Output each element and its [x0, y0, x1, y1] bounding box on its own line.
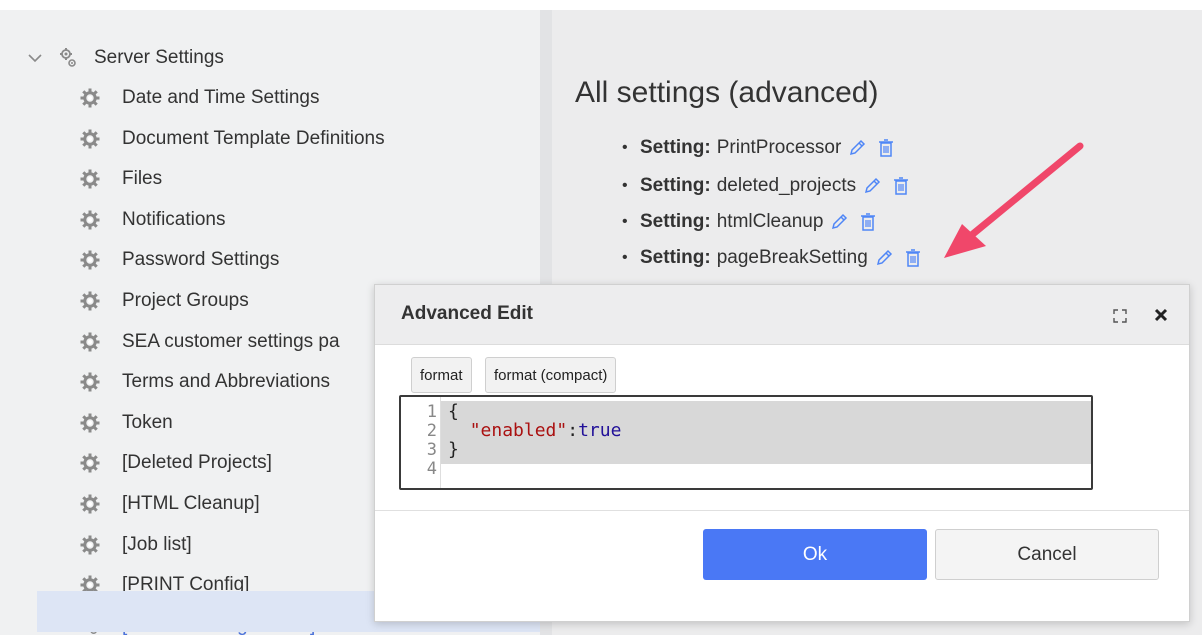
tree-root-label: Server Settings: [94, 47, 224, 68]
json-value: true: [578, 420, 622, 441]
edit-pencil-icon[interactable]: [847, 138, 869, 158]
setting-key-label: Setting:: [640, 137, 711, 158]
tree-item[interactable]: Terms and Abbreviations: [80, 368, 330, 396]
tree-root-server-settings[interactable]: Server Settings: [26, 44, 224, 72]
bullet: •: [622, 177, 628, 194]
tree-item[interactable]: [HTML Cleanup]: [80, 490, 260, 518]
code-line: 3 }: [401, 439, 1091, 460]
dialog-title: Advanced Edit: [401, 303, 533, 324]
tree-item[interactable]: Document Template Definitions: [80, 125, 385, 153]
code-text: {: [448, 401, 459, 422]
setting-name: PrintProcessor: [716, 137, 842, 158]
bullet: •: [622, 249, 628, 266]
setting-name: deleted_projects: [716, 175, 857, 196]
gear-icon: [80, 210, 100, 230]
ok-button[interactable]: Ok: [703, 529, 927, 580]
chevron-down-icon[interactable]: [26, 49, 44, 67]
tree-item-label: SEA customer settings pa: [122, 331, 340, 352]
tree-item[interactable]: Password Settings: [80, 246, 279, 274]
bullet: •: [622, 213, 628, 230]
code-text: }: [448, 439, 459, 460]
delete-trash-icon[interactable]: [890, 176, 912, 196]
json-code-editor[interactable]: 1 { 2 "enabled":true 3 } 4: [399, 395, 1093, 490]
tree-item[interactable]: Files: [80, 165, 162, 193]
delete-trash-icon[interactable]: [857, 212, 879, 232]
gear-icon: [80, 332, 100, 352]
gear-icon: [80, 250, 100, 270]
delete-trash-icon[interactable]: [875, 138, 897, 158]
tree-item-label: Document Template Definitions: [122, 128, 385, 149]
gears-icon: [60, 48, 76, 67]
tree-item[interactable]: Project Groups: [80, 287, 249, 315]
tree-item-label: Password Settings: [122, 249, 280, 270]
tree-item[interactable]: Date and Time Settings: [80, 84, 320, 112]
expand-icon[interactable]: [1113, 309, 1127, 323]
format-button[interactable]: format: [411, 357, 472, 393]
edit-pencil-icon[interactable]: [862, 176, 884, 196]
dialog-footer-divider: [375, 510, 1189, 511]
gear-icon: [80, 413, 100, 433]
line-number: 3: [426, 440, 437, 460]
tree-item-label: Files: [122, 168, 163, 189]
format-compact-button[interactable]: format (compact): [485, 357, 617, 393]
gear-icon: [80, 372, 100, 392]
setting-name: pageBreakSetting: [716, 247, 868, 268]
json-key: "enabled": [469, 420, 568, 441]
advanced-edit-dialog: Advanced Edit format format (compact) 1 …: [374, 284, 1190, 622]
code-line: 2 "enabled":true: [401, 420, 1091, 441]
setting-name: htmlCleanup: [716, 211, 824, 232]
line-number: 4: [426, 459, 437, 479]
tree-item-label: Token: [122, 412, 173, 433]
tree-item[interactable]: SEA customer settings pa: [80, 328, 340, 356]
gear-icon: [80, 535, 100, 555]
tree-item[interactable]: [Job list]: [80, 531, 192, 559]
tree-item-label: [Job list]: [122, 534, 192, 555]
delete-trash-icon[interactable]: [902, 248, 924, 268]
gear-icon: [80, 129, 100, 149]
setting-row: • Setting: pageBreakSetting: [622, 244, 924, 272]
tree-item-label: Terms and Abbreviations: [122, 371, 331, 392]
code-line: 1 {: [401, 401, 1091, 422]
edit-pencil-icon[interactable]: [829, 212, 851, 232]
tree-item-label: [Deleted Projects]: [122, 452, 272, 473]
cancel-button[interactable]: Cancel: [935, 529, 1159, 580]
gear-icon: [80, 453, 100, 473]
tree-item-label: [HTML Cleanup]: [122, 493, 260, 514]
setting-row: • Setting: deleted_projects: [622, 172, 912, 200]
setting-row: • Setting: PrintProcessor: [622, 134, 897, 162]
json-colon: :: [567, 420, 579, 441]
bullet: •: [622, 139, 628, 156]
edit-pencil-icon[interactable]: [874, 248, 896, 268]
line-number: 1: [426, 402, 437, 422]
setting-row: • Setting: htmlCleanup: [622, 208, 879, 236]
close-icon[interactable]: [1153, 307, 1169, 323]
gear-icon: [80, 291, 100, 311]
gear-icon: [80, 494, 100, 514]
setting-key-label: Setting:: [640, 211, 711, 232]
page-title: All settings (advanced): [575, 76, 879, 109]
tree-item[interactable]: Token: [80, 409, 173, 437]
tree-item[interactable]: Notifications: [80, 206, 226, 234]
line-number: 2: [426, 421, 437, 441]
tree-item-label: Notifications: [122, 209, 226, 230]
gear-icon: [80, 169, 100, 189]
code-line: 4: [401, 460, 1091, 478]
setting-key-label: Setting:: [640, 247, 711, 268]
tree-item-label: Project Groups: [122, 290, 249, 311]
setting-key-label: Setting:: [640, 175, 711, 196]
tree-item-label: Date and Time Settings: [122, 87, 320, 108]
tree-item[interactable]: [Deleted Projects]: [80, 449, 272, 477]
code-text: "enabled":true: [448, 420, 622, 441]
dialog-header: Advanced Edit: [375, 285, 1189, 345]
gear-icon: [80, 88, 100, 108]
